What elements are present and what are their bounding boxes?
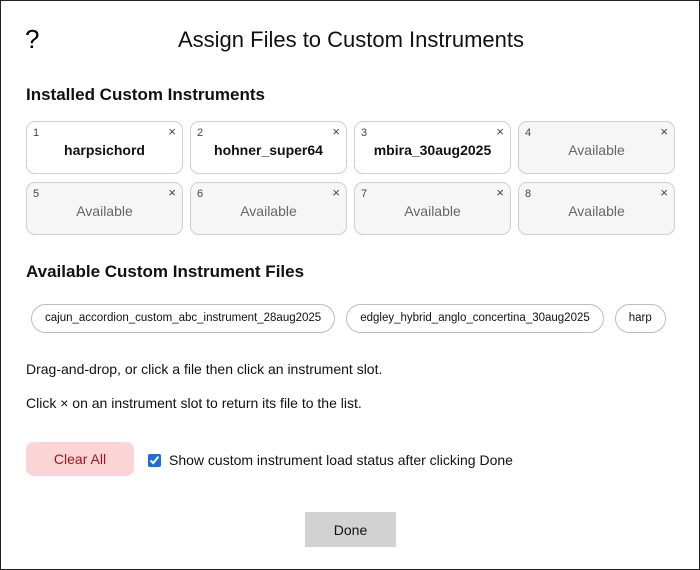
instrument-slot-7[interactable]: 7 × Available: [354, 182, 511, 235]
show-status-checkbox[interactable]: [148, 453, 161, 467]
clear-all-button[interactable]: Clear All: [26, 442, 134, 476]
instrument-slot-6[interactable]: 6 × Available: [190, 182, 347, 235]
slot-number: 8: [525, 188, 532, 200]
instrument-slot-3[interactable]: 3 × mbira_30aug2025: [354, 121, 511, 174]
instrument-slot-8[interactable]: 8 × Available: [518, 182, 675, 235]
show-status-label: Show custom instrument load status after…: [169, 452, 513, 468]
remove-slot-6-icon[interactable]: ×: [332, 186, 340, 200]
slot-instrument-name: Available: [404, 203, 461, 219]
dialog-window: ? Assign Files to Custom Instruments Ins…: [0, 0, 700, 570]
installed-instruments-heading: Installed Custom Instruments: [26, 85, 265, 104]
slot-instrument-name: Available: [568, 203, 625, 219]
remove-slot-5-icon[interactable]: ×: [168, 186, 176, 200]
instrument-slot-4[interactable]: 4 × Available: [518, 121, 675, 174]
slot-instrument-name: mbira_30aug2025: [373, 142, 492, 158]
instrument-slots-grid: 1 × harpsichord 2 × hohner_super64 3 × m…: [26, 121, 676, 235]
slot-instrument-name: Available: [568, 142, 625, 158]
slot-number: 5: [33, 188, 40, 200]
show-status-option[interactable]: Show custom instrument load status after…: [148, 451, 513, 469]
instruction-remove: Click × on an instrument slot to return …: [26, 395, 362, 411]
available-files-heading: Available Custom Instrument Files: [26, 262, 305, 281]
slot-number: 3: [361, 127, 368, 139]
available-files-list: cajun_accordion_custom_abc_instrument_28…: [31, 304, 666, 333]
slot-number: 7: [361, 188, 368, 200]
file-chip-edgley-concertina[interactable]: edgley_hybrid_anglo_concertina_30aug2025: [346, 304, 604, 333]
slot-number: 6: [197, 188, 204, 200]
file-chip-cajun-accordion[interactable]: cajun_accordion_custom_abc_instrument_28…: [31, 304, 336, 333]
slot-number: 2: [197, 127, 204, 139]
remove-slot-4-icon[interactable]: ×: [660, 125, 668, 139]
dialog-title: Assign Files to Custom Instruments: [177, 27, 524, 52]
slot-instrument-name: harpsichord: [64, 142, 145, 158]
instrument-slot-2[interactable]: 2 × hohner_super64: [190, 121, 347, 174]
remove-slot-8-icon[interactable]: ×: [660, 186, 668, 200]
slot-instrument-name: Available: [76, 203, 133, 219]
file-chip-harp[interactable]: harp: [614, 304, 666, 333]
remove-slot-1-icon[interactable]: ×: [168, 125, 176, 139]
slot-instrument-name: hohner_super64: [214, 142, 323, 158]
slot-number: 4: [525, 127, 532, 139]
remove-slot-3-icon[interactable]: ×: [496, 125, 504, 139]
remove-slot-7-icon[interactable]: ×: [496, 186, 504, 200]
remove-slot-2-icon[interactable]: ×: [332, 125, 340, 139]
instrument-slot-1[interactable]: 1 × harpsichord: [26, 121, 183, 174]
instruction-drag-drop: Drag-and-drop, or click a file then clic…: [26, 361, 383, 377]
slot-instrument-name: Available: [240, 203, 297, 219]
instrument-slot-5[interactable]: 5 × Available: [26, 182, 183, 235]
done-button[interactable]: Done: [305, 512, 396, 547]
slot-number: 1: [33, 127, 40, 139]
